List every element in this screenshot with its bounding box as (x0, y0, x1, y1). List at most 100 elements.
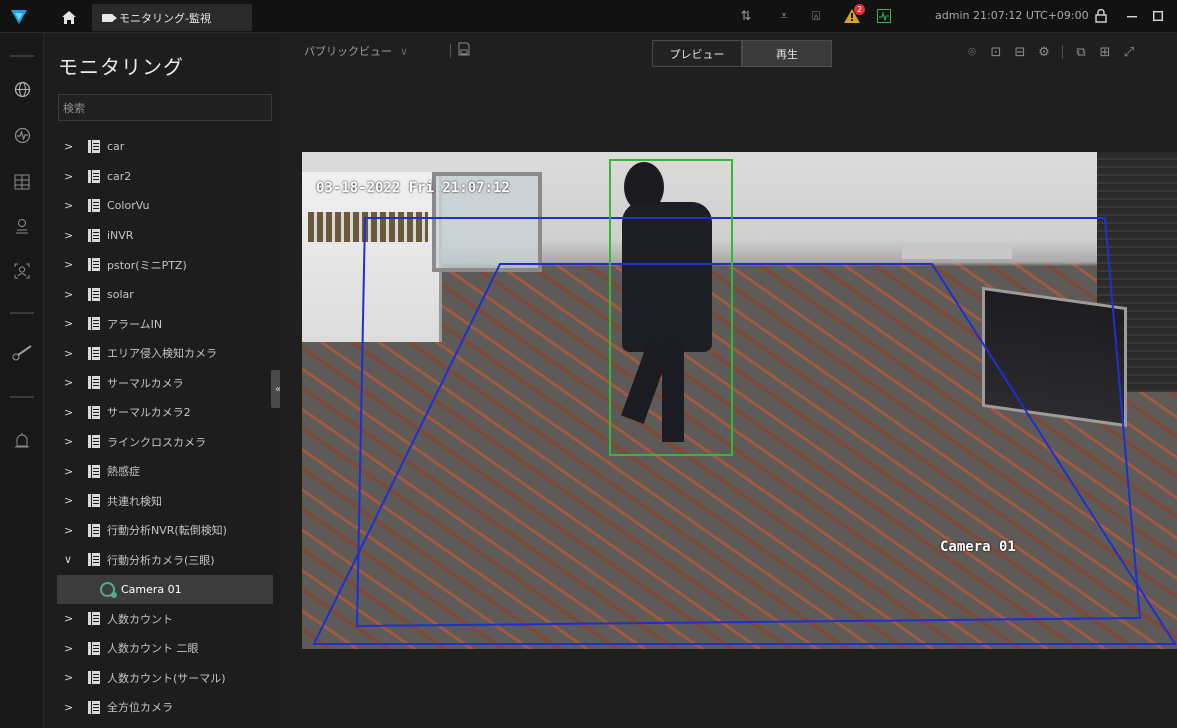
camera-online-icon (100, 581, 117, 598)
tree-item-camera[interactable]: Camera 01 (57, 574, 273, 604)
tree-item-group[interactable]: > 全方位カメラ (44, 693, 280, 723)
maximize-button[interactable] (1148, 6, 1168, 26)
settings-icon[interactable]: ⚙ (1032, 41, 1056, 63)
tree-item-group[interactable]: > 人数カウント 二眼 (44, 634, 280, 664)
health-monitor-icon[interactable] (873, 6, 895, 26)
view-toolbar: ⌾ ⊡ ⊟ ⚙ ⧉ ⊞ ⤢ (960, 41, 1141, 63)
tree-item-group[interactable]: > 人数カウント (44, 604, 280, 634)
device-group-icon (88, 464, 100, 478)
chevron-down-icon[interactable]: ∨ (64, 553, 80, 566)
tree-item-label: car2 (107, 169, 132, 183)
record-icon[interactable]: ⊟ (1008, 41, 1032, 63)
tree-item-group[interactable]: > ColorVu (44, 191, 280, 221)
ptz-control-icon[interactable]: ⌾ (960, 41, 984, 63)
tree-item-label: 全方位カメラ (107, 701, 173, 715)
chevron-right-icon[interactable]: > (64, 376, 80, 389)
chevron-right-icon[interactable]: > (64, 406, 80, 419)
device-group-icon (88, 671, 100, 685)
tree-item-label: ColorVu (107, 199, 150, 213)
device-group-icon (88, 376, 100, 390)
video-timestamp: 03-18-2022 Fri 21:07:12 (316, 180, 510, 196)
tree-item-group[interactable]: > サーマルカメラ (44, 368, 280, 398)
tree-item-group[interactable]: > pstor(ミニPTZ) (44, 250, 280, 280)
chevron-right-icon[interactable]: > (64, 258, 80, 271)
tree-item-group[interactable]: > 人数カウント(サーマル) (44, 663, 280, 693)
device-group-icon (88, 700, 100, 714)
download-icon[interactable]: ⩡ (773, 6, 795, 26)
alarm-warning-icon[interactable]: 2 (841, 4, 865, 26)
tree-item-label: 共連れ検知 (107, 494, 162, 508)
detection-zone-outer (312, 263, 1177, 645)
layout-grid-icon[interactable] (9, 170, 35, 194)
minimize-button[interactable] (1122, 6, 1142, 26)
chevron-right-icon[interactable]: > (64, 671, 80, 684)
chevron-right-icon[interactable]: > (64, 229, 80, 242)
chevron-right-icon[interactable]: > (64, 494, 80, 507)
nav-divider (10, 396, 34, 398)
chevron-right-icon[interactable]: > (64, 317, 80, 330)
tree-item-group[interactable]: > solar (44, 280, 280, 310)
device-group-icon (88, 140, 100, 154)
sort-arrows-icon[interactable]: ⇅ (735, 6, 757, 26)
device-group-icon (88, 258, 100, 272)
tree-item-label: ラインクロスカメラ (107, 435, 206, 449)
chevron-right-icon[interactable]: > (64, 347, 80, 360)
main-panel: パブリックビュー ∨ プレビュー 再生 ⌾ ⊡ ⊟ ⚙ ⧉ ⊞ ⤢ 03-18-2… (280, 33, 1177, 728)
view-select[interactable]: パブリックビュー ∨ (304, 43, 408, 59)
tree-item-group[interactable]: > サーマルカメラ2 (44, 398, 280, 428)
nav-divider (10, 312, 34, 314)
video-camera-icon (102, 13, 117, 22)
chevron-right-icon[interactable]: > (64, 435, 80, 448)
activity-icon[interactable] (9, 123, 35, 147)
window-layout-icon[interactable]: ⊞ (1093, 41, 1117, 63)
tree-item-label: アラームIN (107, 317, 163, 331)
chevron-right-icon[interactable]: > (64, 642, 80, 655)
chevron-right-icon[interactable]: > (64, 612, 80, 625)
save-view-icon[interactable] (458, 42, 472, 58)
user-name[interactable]: admin (935, 9, 969, 22)
alarm-bell-icon[interactable]: ⍓ (805, 6, 827, 26)
device-group-icon (88, 523, 100, 537)
left-nav (0, 33, 44, 728)
tree-item-group[interactable]: > 行動分析NVR(転倒検知) (44, 516, 280, 546)
chevron-right-icon[interactable]: > (64, 170, 80, 183)
tree-item-group[interactable]: > 共連れ検知 (44, 486, 280, 516)
globe-icon[interactable] (9, 77, 35, 101)
tree-item-label: pstor(ミニPTZ) (107, 258, 187, 272)
tree-item-label: サーマルカメラ2 (107, 406, 191, 420)
chevron-right-icon[interactable]: > (64, 701, 80, 714)
lock-icon[interactable] (1091, 6, 1111, 26)
tree-item-group[interactable]: > 熱感症 (44, 457, 280, 487)
device-group-icon (88, 641, 100, 655)
search-input[interactable]: 検索 (58, 94, 272, 121)
chevron-right-icon[interactable]: > (64, 199, 80, 212)
chevron-right-icon[interactable]: > (64, 288, 80, 301)
tree-item-group[interactable]: ∨ 行動分析カメラ(三眼) (44, 545, 280, 575)
chevron-right-icon[interactable]: > (64, 465, 80, 478)
barrier-gate-icon[interactable] (9, 340, 35, 364)
snapshot-icon[interactable]: ⊡ (984, 41, 1008, 63)
tree-item-group[interactable]: > ラインクロスカメラ (44, 427, 280, 457)
face-recognition-icon[interactable] (9, 259, 35, 283)
alarm-bell-icon[interactable] (9, 429, 35, 453)
chevron-right-icon[interactable]: > (64, 140, 80, 153)
device-group-icon (88, 553, 100, 567)
device-group-icon (88, 405, 100, 419)
tree-item-group[interactable]: > iNVR (44, 221, 280, 251)
window-select-icon[interactable]: ⧉ (1069, 41, 1093, 63)
tree-item-group[interactable]: > car2 (44, 162, 280, 192)
tree-item-group[interactable]: > エリア侵入検知カメラ (44, 339, 280, 369)
app-logo-icon[interactable] (0, 0, 38, 33)
tab-preview[interactable]: プレビュー (652, 40, 742, 67)
toolbar-divider (450, 44, 451, 58)
video-window[interactable]: 03-18-2022 Fri 21:07:12 Camera 01 (302, 152, 1177, 649)
tree-item-group[interactable]: > car (44, 132, 280, 162)
chevron-right-icon[interactable]: > (64, 524, 80, 537)
fullscreen-icon[interactable]: ⤢ (1117, 41, 1141, 63)
tab-monitoring[interactable]: モニタリング-監視 (92, 4, 252, 31)
home-icon[interactable] (58, 7, 80, 27)
tab-playback[interactable]: 再生 (742, 40, 832, 67)
tree-item-label: 熱感症 (107, 465, 140, 479)
person-icon[interactable] (9, 214, 35, 238)
tree-item-group[interactable]: > アラームIN (44, 309, 280, 339)
